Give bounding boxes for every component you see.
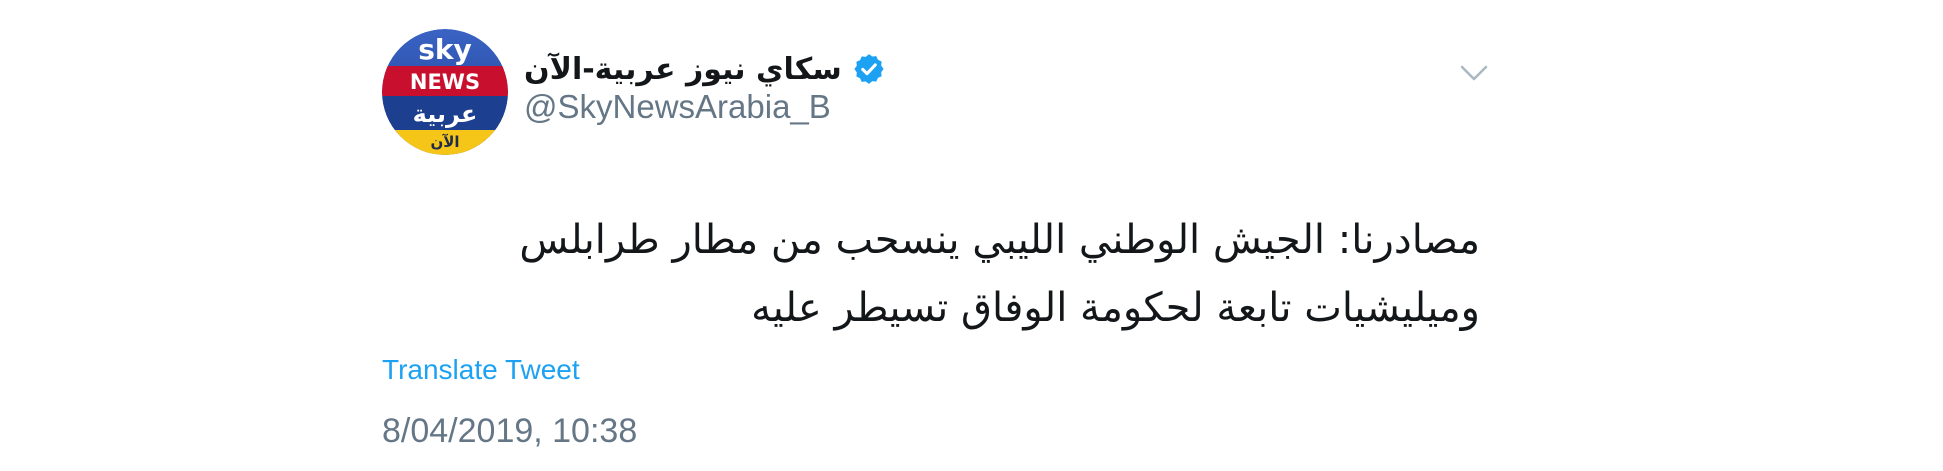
verified-badge-icon xyxy=(852,52,886,86)
author-name-row[interactable]: سكاي نيوز عربية-الآن xyxy=(524,44,886,94)
translate-tweet-link[interactable]: Translate Tweet xyxy=(382,354,580,386)
tweet-card: sky NEWS عربية الآن سكاي نيوز عربية-الآن… xyxy=(0,0,1943,471)
logo-arabic-text: عربية xyxy=(413,100,478,128)
author-handle[interactable]: @SkyNewsArabia_B xyxy=(524,88,831,126)
logo-now-text: الآن xyxy=(430,133,459,151)
tweet-text: مصادرنا: الجيش الوطني الليبي ينسحب من مط… xyxy=(382,206,1480,342)
sky-news-arabia-logo: sky NEWS عربية الآن xyxy=(382,29,508,155)
logo-news-text: NEWS xyxy=(410,70,480,94)
logo-sky-text: sky xyxy=(418,33,472,66)
avatar[interactable]: sky NEWS عربية الآن xyxy=(382,29,508,155)
chevron-down-icon[interactable] xyxy=(1456,60,1492,86)
tweet-text-line: وميليشيات تابعة لحكومة الوفاق تسيطر عليه xyxy=(751,285,1480,331)
tweet-text-line: مصادرنا: الجيش الوطني الليبي ينسحب من مط… xyxy=(519,217,1480,263)
author-display-name[interactable]: سكاي نيوز عربية-الآن xyxy=(524,52,842,87)
tweet-timestamp[interactable]: 8/04/2019, 10:38 xyxy=(382,412,637,451)
